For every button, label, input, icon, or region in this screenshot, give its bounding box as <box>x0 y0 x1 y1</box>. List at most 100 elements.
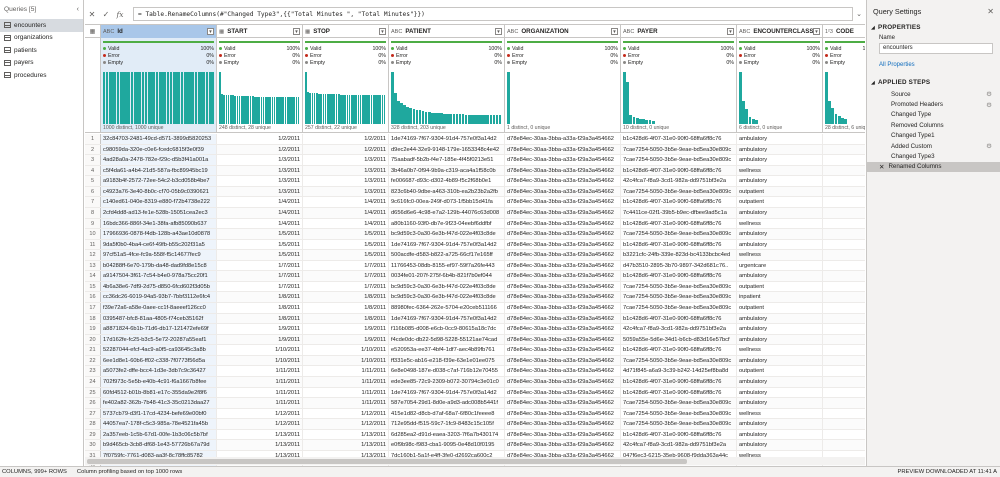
cell-encounterclass[interactable]: ambulatory <box>737 324 823 334</box>
cell-stop[interactable]: 1/12/2011 <box>303 408 389 419</box>
cell-organization[interactable]: d78e84ec-30aa-3bba-a33a-f29a3a454662 <box>505 165 621 176</box>
gear-icon[interactable]: ⚙ <box>986 101 992 109</box>
cell-code[interactable] <box>823 366 865 376</box>
column-type-icon[interactable]: ▦ <box>219 29 224 35</box>
cell-organization[interactable]: d78e84ec-30aa-3bba-a33a-f29a3a454662 <box>505 313 621 324</box>
cell-id[interactable]: 4b6a38e6-7df9-2d75-d850-6fcd602f3d05b <box>101 281 217 292</box>
cell-payer[interactable]: 7cae7254-5050-3b5e-9eae-bd5ea30e809c <box>621 408 737 419</box>
column-profile-code[interactable]: Valid 100%Error0%Empty0% 28 distinct, 6 un… <box>823 38 865 132</box>
cell-organization[interactable]: d78e84ec-30aa-3bba-a33a-f29a3a454662 <box>505 176 621 186</box>
table-row[interactable]: 26 fe402a82-362b-7b48-41c3-35c0213daa27 1/… <box>85 398 865 409</box>
cell-encounterclass[interactable]: ambulatory <box>737 271 823 281</box>
table-row[interactable]: 22 6ee1d8e1-60b6-ff02-c338-7f0773f56d5a 1/… <box>85 355 865 367</box>
cell-code[interactable] <box>823 324 865 334</box>
cell-stop[interactable]: 1/8/2011 <box>303 313 389 324</box>
cell-patient[interactable]: f116b085-d008-e6cb-0cc9-80615a18c7dc <box>389 324 505 334</box>
cell-encounterclass[interactable]: inpatient <box>737 292 823 302</box>
cell-code[interactable] <box>823 229 865 239</box>
cell-code[interactable] <box>823 282 865 292</box>
cell-stop[interactable]: 1/4/2011 <box>303 218 389 229</box>
cell-stop[interactable]: 1/11/2011 <box>303 366 389 376</box>
cell-code[interactable] <box>823 271 865 281</box>
cell-payer[interactable]: b1c428d6-4f07-31e0-90f0-68ffa6ff8c76 <box>621 387 737 398</box>
cell-start[interactable]: 1/13/2011 <box>217 440 303 450</box>
column-type-icon[interactable]: ABC <box>507 29 518 35</box>
table-row[interactable]: 9 16bdc366-886f-34e1-38fa-afb85090b637 1/4… <box>85 218 865 230</box>
cell-payer[interactable]: 5059a55e-5d6e-34d1-b6cb-d83d16e57bcf <box>621 334 737 345</box>
query-name-input[interactable]: encounters <box>879 43 993 54</box>
cell-id[interactable]: 32c84703-2481-49cd-d571-3899d5820253 <box>101 134 217 144</box>
cell-stop[interactable]: 1/11/2011 <box>303 398 389 408</box>
column-header-code[interactable]: 1²3CODE▼ <box>823 25 865 38</box>
cell-start[interactable]: 1/10/2011 <box>217 345 303 355</box>
cell-organization[interactable]: d78e84ec-30aa-3bba-a33a-f29a3a454662 <box>505 186 621 197</box>
cell-id[interactable]: c98059da-320e-c0e6-fcedc6815f3e0f39 <box>101 144 217 155</box>
cell-id[interactable]: b9d465cb-3cb8-df68-1e43-57726b67a79d <box>101 440 217 450</box>
value-distribution[interactable] <box>391 72 502 124</box>
formula-input[interactable]: = Table.RenameColumns(#"Changed Type3",{… <box>133 7 853 21</box>
table-row[interactable]: 14 a9147504-3f61-7c54-b4e0-978a75cc20f1 1/… <box>85 271 865 282</box>
cell-organization[interactable]: d78e84ec-30aa-3bba-a33a-f29a3a454662 <box>505 271 621 281</box>
cell-code[interactable] <box>823 144 865 155</box>
cell-payer[interactable]: 4d71f845-a6a9-3c39-b242-14d25ef8ba8d <box>621 366 737 376</box>
cell-start[interactable]: 1/4/2011 <box>217 207 303 218</box>
cell-encounterclass[interactable]: ambulatory <box>737 376 823 387</box>
status-profiling[interactable]: Column profiling based on top 1000 rows <box>77 469 182 475</box>
value-distribution[interactable] <box>623 72 655 124</box>
cell-stop[interactable]: 1/7/2011 <box>303 281 389 292</box>
cell-encounterclass[interactable]: ambulatory <box>737 387 823 398</box>
cell-start[interactable]: 1/11/2011 <box>217 387 303 398</box>
cell-encounterclass[interactable]: wellness <box>737 165 823 176</box>
column-header-payer[interactable]: ABC PAYER ▼ <box>621 25 737 38</box>
cell-patient[interactable]: 415e1d82-d8cb-d7af-68a7-6f80c1feeee8 <box>389 408 505 419</box>
column-profile-patient[interactable]: Valid 100% Error 0% Empty 0% 328 distinct, 203… <box>389 38 505 132</box>
column-type-icon[interactable]: ABC <box>623 29 634 35</box>
cell-stop[interactable]: 1/2/2011 <box>303 144 389 155</box>
cell-code[interactable] <box>823 440 865 450</box>
cell-code[interactable] <box>823 355 865 366</box>
query-item[interactable]: procedures <box>0 69 83 82</box>
cell-organization[interactable]: d78e84ec-30aa-3bba-a33a-f29a3a454662 <box>505 303 621 313</box>
table-row[interactable]: 17 f39e72a6-a58e-0aee-cc1f-8aeeef126cc0 1/… <box>85 303 865 314</box>
cell-patient[interactable]: 1de74169-7f67-9304-91d4-757e0f3a14d2 <box>389 387 505 398</box>
cell-organization[interactable]: d78e84ec-30aa-3bba-a33a-f29a3a454662 <box>505 440 621 450</box>
fx-icon[interactable]: fx <box>113 7 127 21</box>
cell-start[interactable]: 1/9/2011 <box>217 324 303 334</box>
table-row[interactable]: 5 a9183b4f-2572-72ee-54c2-b3cd058b4be7 1/3… <box>85 176 865 187</box>
filter-dropdown-icon[interactable]: ▼ <box>379 28 386 35</box>
cell-stop[interactable]: 1/3/2011 <box>303 165 389 176</box>
cell-code[interactable] <box>823 240 865 250</box>
gear-icon[interactable]: ⚙ <box>986 142 992 150</box>
queries-header[interactable]: Queries [5] ‹ <box>0 0 83 19</box>
cell-patient[interactable]: 1de74169-7f67-9304-91d4-757e0f3a14d2 <box>389 134 505 144</box>
cell-encounterclass[interactable]: ambulatory <box>737 134 823 144</box>
table-row[interactable]: 21 52287044-efcf-4ac9-a0f5-ca93645c3a8b 1/… <box>85 345 865 356</box>
cell-patient[interactable]: d656d6e6-4c98-e7a2-129b-44076c63d008 <box>389 207 505 218</box>
cell-encounterclass[interactable]: ambulatory <box>737 176 823 186</box>
applied-step[interactable]: ✕ Renamed Columns <box>867 161 1000 173</box>
cell-code[interactable] <box>823 250 865 260</box>
cell-payer[interactable]: b1c428d6-4f07-31e0-90f0-68ffa6ff8c76 <box>621 345 737 355</box>
cell-stop[interactable]: 1/10/2011 <box>303 355 389 366</box>
cell-id[interactable]: c5f4da61-a4b4-21d5-587a-fbc89945bc19 <box>101 165 217 176</box>
table-menu-icon[interactable]: ▦ <box>85 25 101 38</box>
cell-organization[interactable]: d78e84ec-30aa-3bba-a33a-f29a3a454662 <box>505 144 621 155</box>
cell-code[interactable] <box>823 334 865 345</box>
query-item[interactable]: patients <box>0 44 83 57</box>
cell-start[interactable]: 1/12/2011 <box>217 408 303 419</box>
cell-id[interactable]: 16bdc366-886f-34e1-38fa-afb85090b637 <box>101 218 217 229</box>
cell-patient[interactable]: 1de74169-7f67-9304-91d4-757e0f3a14d2 <box>389 239 505 250</box>
cell-payer[interactable]: b3221cfc-24fb-339e-823d-bc4133bcbc4ed <box>621 250 737 260</box>
column-header-id[interactable]: ABC Id ▼ <box>101 25 217 38</box>
query-item[interactable]: payers <box>0 57 83 70</box>
cell-organization[interactable]: d78e84ec-30aa-3bba-a33a-f29a3a454662 <box>505 429 621 440</box>
cell-payer[interactable]: 42c4fca7-f8a9-3cd1-982a-dd9751bf3e2a <box>621 440 737 450</box>
cell-organization[interactable]: d78e84ec-30aa-3bba-a33a-f29a3a454662 <box>505 207 621 218</box>
cell-organization[interactable]: d78e84ec-30aa-3bba-a33a-f29a3a454662 <box>505 218 621 229</box>
cell-payer[interactable]: 42c4fca7-f8a9-3cd1-982a-dd9751bf3e2a <box>621 324 737 334</box>
applied-step[interactable]: Promoted Headers ⚙ <box>867 99 1000 109</box>
cell-id[interactable]: a5073fe2-dffe-bcc4-1d3e-3db7c9c36427 <box>101 366 217 376</box>
cell-encounterclass[interactable]: outpatient <box>737 281 823 292</box>
table-row[interactable]: 18 0395487-bfc8-81aa-4805-f74ceb35162f 1/8… <box>85 313 865 325</box>
cell-patient[interactable]: bc9d59c3-0a30-6e3b-f47d-022e4f03c8de <box>389 281 505 292</box>
